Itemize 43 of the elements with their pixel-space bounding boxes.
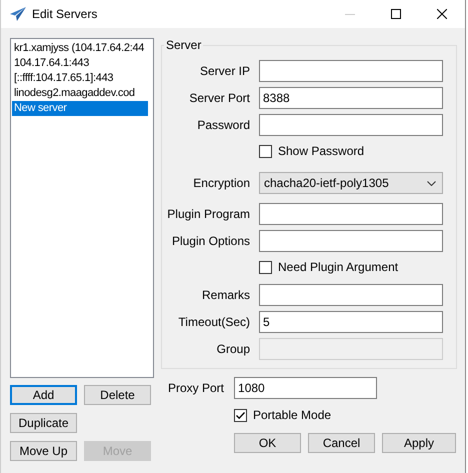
dialog-button[interactable]: OK [234,433,301,453]
text-field[interactable] [259,284,443,306]
list-button[interactable]: Delete [84,385,151,405]
encryption-dropdown[interactable]: chacha20-ietf-poly1305 [259,172,443,194]
field-label: Password [196,118,250,132]
text-field[interactable] [259,60,443,82]
field-label: Server Port [188,91,250,105]
checkbox[interactable] [234,408,247,422]
server-list-item[interactable]: [::ffff:104.17.65.1]:443 [12,71,148,86]
field-label: Remarks [200,288,250,302]
server-list-item[interactable]: kr1.xamjyss (104.17.64.2:44 [12,41,148,56]
checkbox-label: Portable Mode [253,408,332,422]
proxy-port-field[interactable]: 1080 [234,377,378,399]
field-label: Timeout(Sec) [177,315,250,329]
field-label: Encryption [192,176,250,190]
server-list-item[interactable]: 104.17.64.1:443 [12,56,148,71]
list-button[interactable]: Add [10,385,77,405]
checkbox[interactable] [259,144,272,158]
window-title: Edit Servers [32,7,98,21]
checkbox[interactable] [259,260,272,274]
field-label: Proxy Port [168,381,224,395]
checkbox-label: Show Password [278,144,364,158]
dialog-button[interactable]: Apply [382,433,456,453]
text-field[interactable]: 8388 [259,87,443,109]
chevron-down-icon [427,180,436,186]
field-label: Group [216,342,250,356]
field-label: Server IP [198,64,250,78]
text-field[interactable] [259,230,443,252]
text-field[interactable] [259,114,443,136]
list-button[interactable]: Move Up [10,441,77,461]
text-field[interactable]: 5 [259,311,443,333]
paper-plane-icon [10,7,26,21]
checkbox-label: Need Plugin Argument [278,260,398,274]
field-label: Plugin Options [170,234,250,248]
server-list-item[interactable]: New server [12,101,148,116]
close-icon[interactable] [437,9,447,19]
dialog-button[interactable]: Cancel [308,433,375,453]
field-label: Plugin Program [166,207,250,221]
group-title: Server [165,38,202,52]
maximize-icon[interactable] [391,9,401,19]
list-button[interactable]: Duplicate [10,413,77,433]
text-field[interactable] [259,203,443,225]
server-list-item[interactable]: linodesg2.maagaddev.cod [12,86,148,101]
